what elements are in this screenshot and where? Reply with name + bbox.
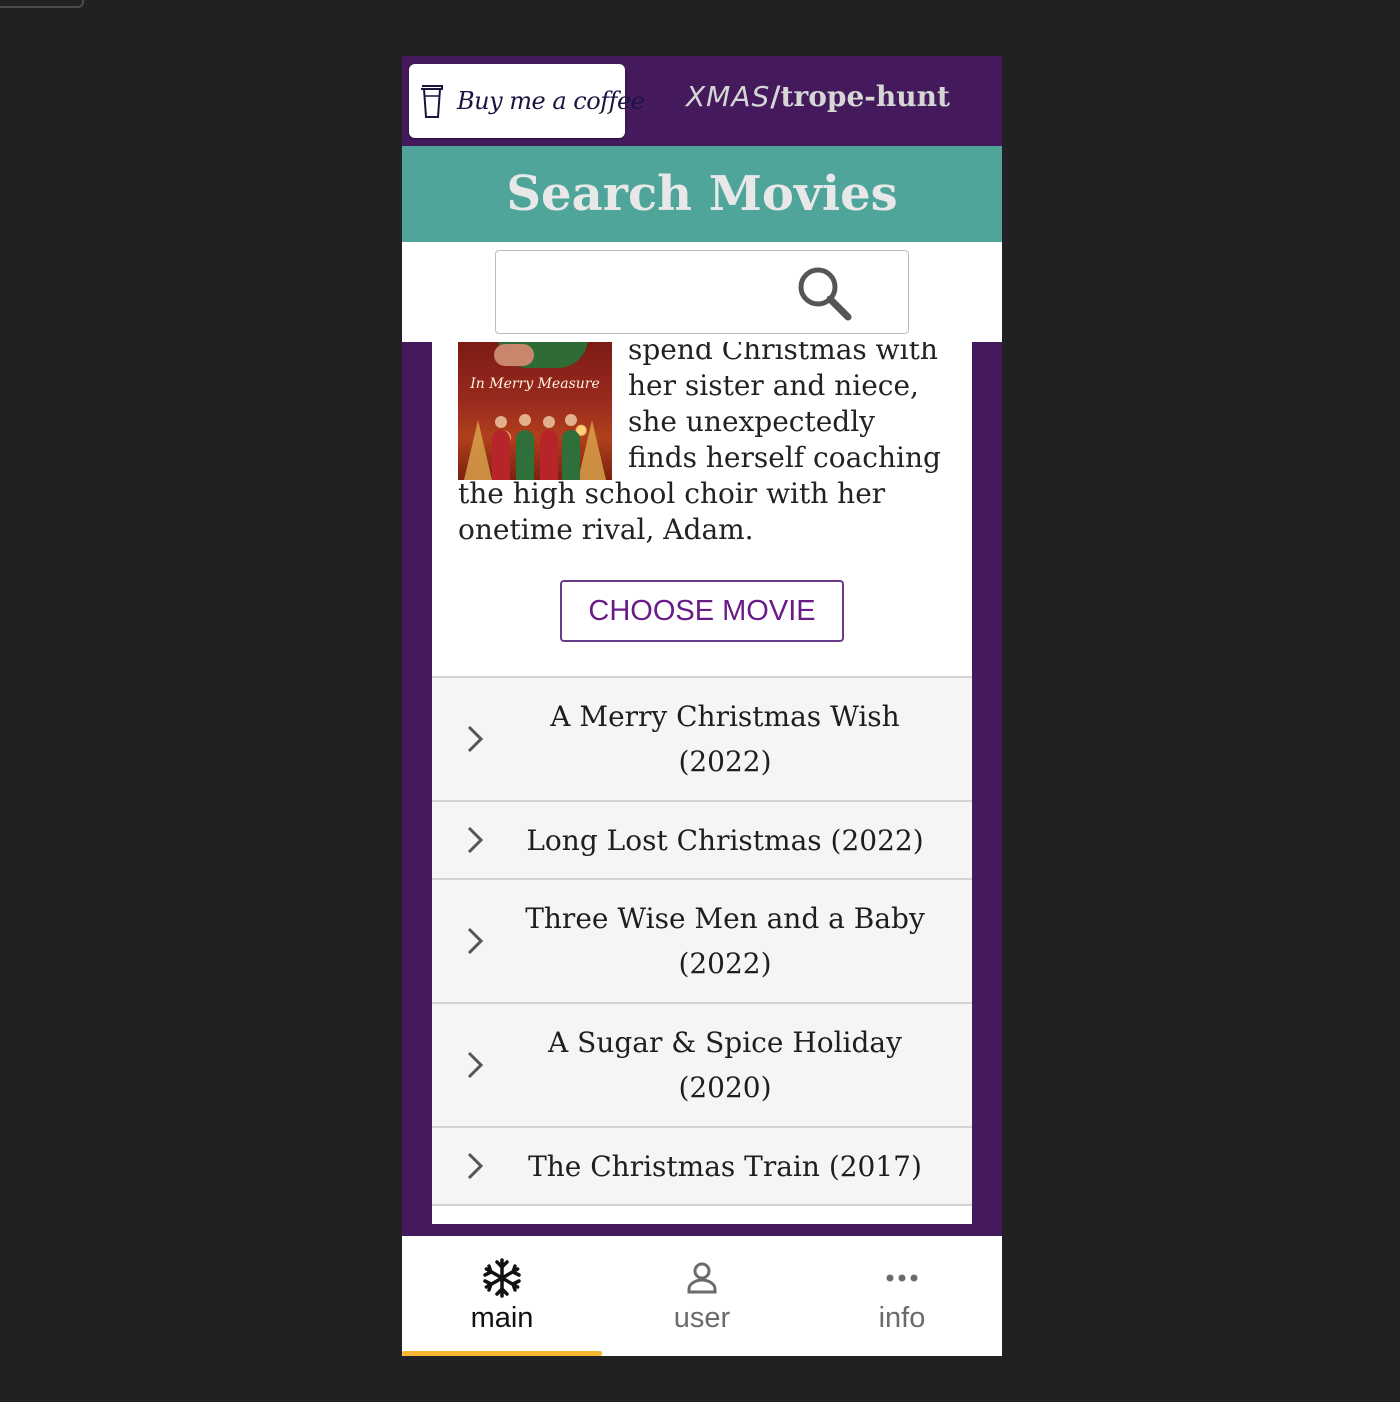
search-area <box>402 242 1002 342</box>
active-tab-indicator <box>402 1351 602 1356</box>
coffee-cup-icon <box>421 85 443 118</box>
buy-me-a-coffee-button[interactable]: Buy me a coffee <box>409 64 645 138</box>
more-icon <box>886 1274 918 1282</box>
movie-title: The Christmas Train (2017) <box>528 1149 922 1183</box>
bottom-nav: main user info <box>402 1236 1002 1356</box>
user-icon <box>687 1262 717 1294</box>
movie-list-item[interactable]: The Christmas Train (2017) <box>432 1126 972 1204</box>
poster-person <box>492 430 510 480</box>
movie-title: Long Lost Christmas (2022) <box>526 823 924 857</box>
search-box[interactable] <box>495 250 909 334</box>
chevron-right-icon <box>467 1051 484 1079</box>
window-corner-tab <box>0 0 84 8</box>
nav-main[interactable]: main <box>402 1236 602 1356</box>
nav-user[interactable]: user <box>602 1236 802 1356</box>
movie-list-item[interactable]: A Sugar & Spice Holiday (2020) <box>432 1002 972 1126</box>
choose-movie-button[interactable]: CHOOSE MOVIE <box>560 580 844 642</box>
poster-head <box>519 414 531 426</box>
chevron-right-icon <box>467 927 484 955</box>
poster-person <box>540 430 558 480</box>
chevron-right-icon <box>467 1152 484 1180</box>
movie-list-item[interactable]: A Merry Christmas Wish (2022) <box>432 676 972 800</box>
poster-hand <box>494 344 534 366</box>
chevron-right-icon <box>467 826 484 854</box>
top-bar: Buy me a coffee XMAS/trope-hunt <box>402 56 1002 146</box>
list-end <box>432 1204 972 1224</box>
search-input[interactable] <box>506 261 780 323</box>
nav-label-main: main <box>470 1302 534 1334</box>
movie-list-item[interactable]: Long Lost Christmas (2022) <box>432 800 972 878</box>
search-header: Search Movies <box>402 146 1002 242</box>
poster-tree <box>578 420 606 480</box>
poster-person <box>516 430 534 480</box>
poster-tree <box>464 420 492 480</box>
brand-path: /trope-hunt <box>770 80 950 113</box>
movie-title: A Merry Christmas Wish (2022) <box>550 700 900 778</box>
poster-title: In Merry Measure <box>470 376 600 392</box>
nav-info[interactable]: info <box>802 1236 1002 1356</box>
coffee-label: Buy me a coffee <box>457 87 645 115</box>
movie-poster: In Merry Measure <box>458 342 612 480</box>
featured-movie-card: spend Christmas with her sister and niec… <box>432 342 972 676</box>
movie-list: A Merry Christmas Wish (2022) Long Lost … <box>432 676 972 1224</box>
search-icon[interactable] <box>794 263 854 323</box>
poster-head <box>565 414 577 426</box>
brand-title[interactable]: XMAS/trope-hunt <box>686 80 950 113</box>
poster-head <box>495 416 507 428</box>
nav-label-user: user <box>673 1302 731 1334</box>
brand-xmas: XMAS <box>686 80 771 113</box>
app-frame: Buy me a coffee XMAS/trope-hunt Search M… <box>402 56 1002 1356</box>
results-panel[interactable]: spend Christmas with her sister and niec… <box>432 342 972 1224</box>
poster-head <box>543 416 555 428</box>
page-title: Search Movies <box>506 166 898 222</box>
nav-label-info: info <box>878 1302 926 1334</box>
snowflake-icon <box>483 1258 521 1298</box>
movie-list-item[interactable]: Three Wise Men and a Baby (2022) <box>432 878 972 1002</box>
movie-title: A Sugar & Spice Holiday (2020) <box>548 1026 902 1104</box>
chevron-right-icon <box>467 725 484 753</box>
movie-title: Three Wise Men and a Baby (2022) <box>525 902 925 980</box>
poster-person <box>562 430 580 480</box>
